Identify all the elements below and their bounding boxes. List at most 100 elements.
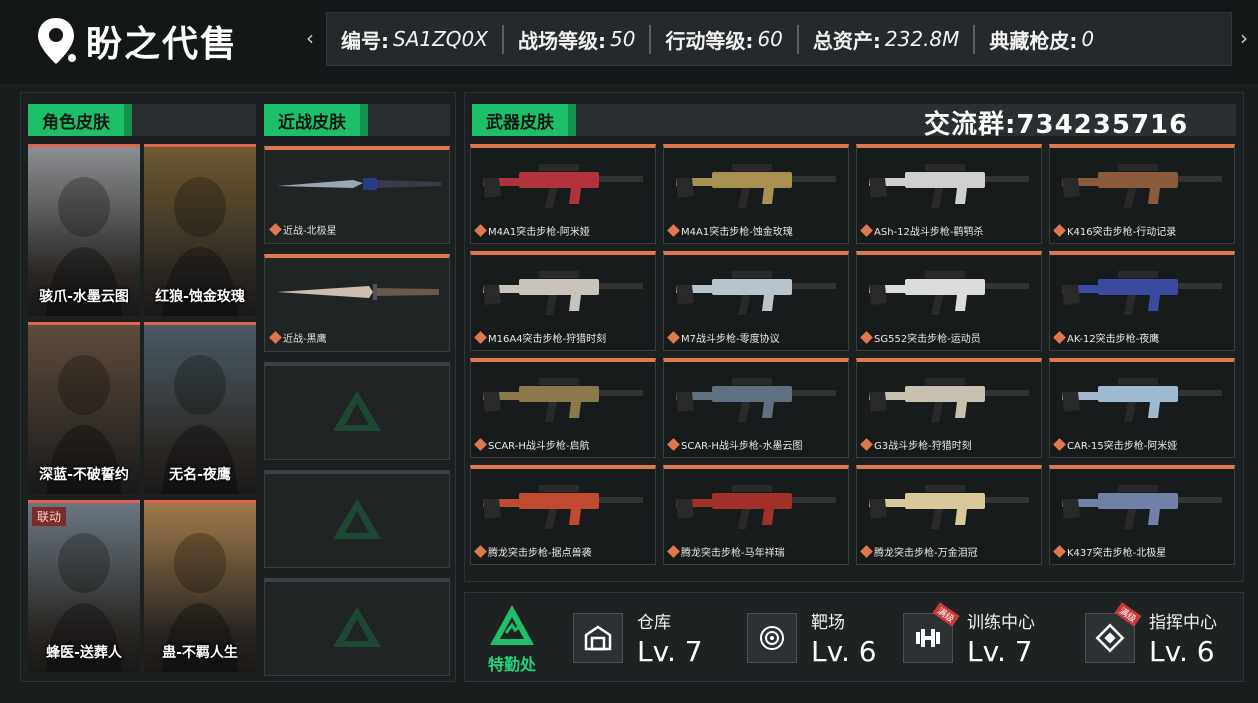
empty-melee-slot [264,470,450,568]
placeholder-triangle-icon [329,495,385,547]
character-card[interactable]: 联动蜂医-送葬人 [28,500,140,672]
weapon-card[interactable]: M4A1突击步枪-阿米娅 [470,144,656,244]
rifle-image [865,372,1035,432]
character-card[interactable]: 深蓝-不破誓约 [28,322,140,494]
hq-triangle-icon [490,605,534,645]
warehouse-icon [573,613,623,663]
weapon-label: 腾龙突击步枪-万金泪冠 [860,544,978,559]
weapon-label: M4A1突击步枪-蚀金玫瑰 [667,223,793,238]
weapon-label: SG552突击步枪-运动员 [860,330,981,345]
melee-card[interactable]: 近战-北极星 [264,146,450,244]
rarity-diamond-icon [1053,545,1066,558]
weapon-card[interactable]: ASh-12战斗步枪-鹳鹗杀 [856,144,1042,244]
logo-text: 盼之代售 [86,24,239,65]
melee-skins-tab[interactable]: 近战皮肤 [264,104,368,136]
stat-value: 232.8M [884,27,960,51]
rarity-diamond-icon [667,438,680,451]
account-stats-bar: 编号: SA1ZQ0X 战场等级: 50 行动等级: 60 总资产: 232.8M 典藏… [326,12,1232,66]
weapon-card[interactable]: M4A1突击步枪-蚀金玫瑰 [663,144,849,244]
weapon-label: ASh-12战斗步枪-鹳鹗杀 [860,223,983,238]
rarity-diamond-icon [667,331,680,344]
melee-card[interactable]: 近战-黑鹰 [264,254,450,352]
rifle-image [865,479,1035,539]
rarity-diamond-icon [860,224,873,237]
weapon-label: 腾龙突击步枪-据点兽袭 [474,544,592,559]
rarity-diamond-icon [860,545,873,558]
rarity-diamond-icon [860,331,873,344]
hq-block[interactable]: 特勤处 [477,601,547,675]
weapon-name: M4A1突击步枪-蚀金玫瑰 [681,227,793,238]
empty-melee-slot [264,578,450,676]
character-label: 蛊-不羁人生 [162,645,238,661]
rarity-diamond-icon [1053,438,1066,451]
header-bar [368,104,450,136]
weapon-name: G3战斗步枪-狩猎时刻 [874,441,972,452]
facility-4[interactable]: 满级 指挥中心 Lv. 6 [1085,602,1217,671]
weapon-name: AK-12突击步枪-夜鹰 [1067,334,1160,345]
character-label: 蜂医-送葬人 [46,645,122,661]
melee-label: 近战-黑鹰 [269,330,327,345]
weapon-name: CAR-15突击步枪-阿米娅 [1067,441,1178,452]
weapon-card[interactable]: M7战斗步枪-零度协议 [663,251,849,351]
weapon-label: AK-12突击步枪-夜鹰 [1053,330,1160,345]
rifle-image [479,265,649,325]
rifle-image [672,479,842,539]
weapon-card[interactable]: 腾龙突击步枪-据点兽袭 [470,465,656,565]
rifle-image [672,158,842,218]
facility-level: Lv. 7 [967,635,1033,668]
melee-section-header: 近战皮肤 [264,104,450,136]
stat-label: 战场等级: [517,28,606,53]
weapon-name: 腾龙突击步枪-万金泪冠 [874,548,978,559]
weapon-card[interactable]: AK-12突击步枪-夜鹰 [1049,251,1235,351]
logo: 盼之代售 [36,14,238,68]
facility-name: 训练中心 [967,613,1035,633]
facility-2[interactable]: 靶场 Lv. 6 [747,605,877,671]
rifle-image [1058,479,1228,539]
facility-text: 指挥中心 Lv. 6 [1149,608,1217,668]
collab-badge: 联动 [32,507,67,526]
weapon-label: G3战斗步枪-狩猎时刻 [860,437,972,452]
rifle-image [865,158,1035,218]
target-icon [747,613,797,663]
character-card[interactable]: 无名-夜鹰 [144,322,256,494]
weapon-card[interactable]: M16A4突击步枪-狩猎时刻 [470,251,656,351]
weapon-card[interactable]: CAR-15突击步枪-阿米娅 [1049,358,1235,458]
weapon-card[interactable]: 腾龙突击步枪-马年祥瑞 [663,465,849,565]
weapon-label: SCAR-H战斗步枪-启航 [474,437,590,452]
rifle-image [672,372,842,432]
character-label: 骇爪-水墨云图 [39,289,129,305]
rarity-diamond-icon [1053,224,1066,237]
rarity-diamond-icon [474,545,487,558]
chevron-left-icon[interactable]: ‹ [306,26,314,50]
weapon-name: SG552突击步枪-运动员 [874,334,981,345]
dumbbell-icon: 满级 [903,602,960,663]
character-skins-tab[interactable]: 角色皮肤 [28,104,132,136]
weapon-card[interactable]: K416突击步枪-行动记录 [1049,144,1235,244]
facility-1[interactable]: 仓库 Lv. 7 [573,605,703,671]
facility-3[interactable]: 满级 训练中心 Lv. 7 [903,602,1035,671]
chevron-right-icon[interactable]: › [1240,26,1248,50]
character-card[interactable]: 蛊-不羁人生 [144,500,256,672]
weapon-skins-tab[interactable]: 武器皮肤 [472,104,576,136]
placeholder-triangle-icon [329,603,385,655]
weapon-card[interactable]: G3战斗步枪-狩猎时刻 [856,358,1042,458]
weapon-name: SCAR-H战斗步枪-启航 [488,441,590,452]
weapon-card[interactable]: SCAR-H战斗步枪-启航 [470,358,656,458]
character-label: 深蓝-不破誓约 [39,467,129,483]
weapon-card[interactable]: SCAR-H战斗步枪-水墨云图 [663,358,849,458]
stat-id: 编号: SA1ZQ0X [327,25,502,54]
weapon-name: K437突击步枪-北极星 [1067,548,1167,559]
weapon-card[interactable]: SG552突击步枪-运动员 [856,251,1042,351]
location-pin-icon [36,16,76,66]
character-card[interactable]: 红狼-蚀金玫瑰 [144,144,256,316]
stat-label: 编号: [341,28,389,53]
weapon-card[interactable]: K437突击步枪-北极星 [1049,465,1235,565]
character-card[interactable]: 骇爪-水墨云图 [28,144,140,316]
empty-melee-slot [264,362,450,460]
rarity-diamond-icon [474,224,487,237]
hq-label: 特勤处 [487,655,536,674]
rarity-diamond-icon [667,224,680,237]
facility-name: 靶场 [811,613,845,633]
facility-level: Lv. 6 [1149,635,1215,668]
weapon-card[interactable]: 腾龙突击步枪-万金泪冠 [856,465,1042,565]
